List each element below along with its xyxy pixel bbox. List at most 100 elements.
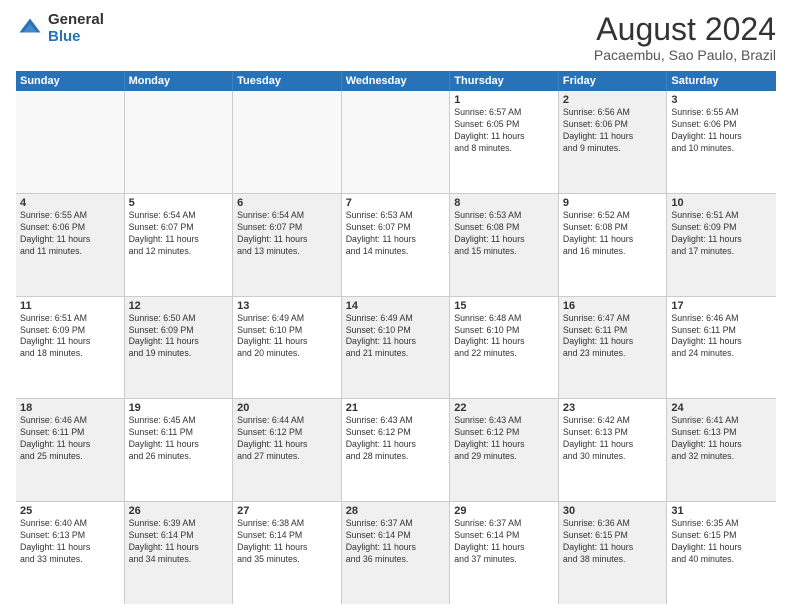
calendar-header: SundayMondayTuesdayWednesdayThursdayFrid…	[16, 71, 776, 91]
cell-info: Sunrise: 6:43 AM Sunset: 6:12 PM Dayligh…	[454, 415, 554, 463]
cell-info: Sunrise: 6:45 AM Sunset: 6:11 PM Dayligh…	[129, 415, 229, 463]
page: General Blue August 2024 Pacaembu, Sao P…	[0, 0, 792, 612]
day-number: 21	[346, 402, 446, 414]
cell-info: Sunrise: 6:44 AM Sunset: 6:12 PM Dayligh…	[237, 415, 337, 463]
cell-info: Sunrise: 6:47 AM Sunset: 6:11 PM Dayligh…	[563, 313, 663, 361]
day-number: 15	[454, 300, 554, 312]
calendar: SundayMondayTuesdayWednesdayThursdayFrid…	[16, 71, 776, 604]
cell-info: Sunrise: 6:38 AM Sunset: 6:14 PM Dayligh…	[237, 518, 337, 566]
location: Pacaembu, Sao Paulo, Brazil	[594, 47, 776, 63]
calendar-cell: 19Sunrise: 6:45 AM Sunset: 6:11 PM Dayli…	[125, 399, 234, 501]
cell-info: Sunrise: 6:53 AM Sunset: 6:07 PM Dayligh…	[346, 210, 446, 258]
calendar-cell: 24Sunrise: 6:41 AM Sunset: 6:13 PM Dayli…	[667, 399, 776, 501]
cell-info: Sunrise: 6:52 AM Sunset: 6:08 PM Dayligh…	[563, 210, 663, 258]
calendar-cell: 28Sunrise: 6:37 AM Sunset: 6:14 PM Dayli…	[342, 502, 451, 604]
day-number: 24	[671, 402, 772, 414]
calendar-cell: 20Sunrise: 6:44 AM Sunset: 6:12 PM Dayli…	[233, 399, 342, 501]
calendar-cell: 7Sunrise: 6:53 AM Sunset: 6:07 PM Daylig…	[342, 194, 451, 296]
calendar-cell: 15Sunrise: 6:48 AM Sunset: 6:10 PM Dayli…	[450, 297, 559, 399]
day-number: 16	[563, 300, 663, 312]
day-number: 10	[671, 197, 772, 209]
calendar-cell: 10Sunrise: 6:51 AM Sunset: 6:09 PM Dayli…	[667, 194, 776, 296]
day-number: 1	[454, 94, 554, 106]
calendar-header-day: Saturday	[667, 71, 776, 91]
day-number: 28	[346, 505, 446, 517]
calendar-header-day: Tuesday	[233, 71, 342, 91]
day-number: 17	[671, 300, 772, 312]
cell-info: Sunrise: 6:39 AM Sunset: 6:14 PM Dayligh…	[129, 518, 229, 566]
cell-info: Sunrise: 6:55 AM Sunset: 6:06 PM Dayligh…	[671, 107, 772, 155]
cell-info: Sunrise: 6:56 AM Sunset: 6:06 PM Dayligh…	[563, 107, 663, 155]
cell-info: Sunrise: 6:49 AM Sunset: 6:10 PM Dayligh…	[237, 313, 337, 361]
day-number: 4	[20, 197, 120, 209]
calendar-cell: 29Sunrise: 6:37 AM Sunset: 6:14 PM Dayli…	[450, 502, 559, 604]
calendar-row: 11Sunrise: 6:51 AM Sunset: 6:09 PM Dayli…	[16, 297, 776, 400]
day-number: 2	[563, 94, 663, 106]
calendar-row: 4Sunrise: 6:55 AM Sunset: 6:06 PM Daylig…	[16, 194, 776, 297]
cell-info: Sunrise: 6:57 AM Sunset: 6:05 PM Dayligh…	[454, 107, 554, 155]
day-number: 18	[20, 402, 120, 414]
day-number: 23	[563, 402, 663, 414]
header: General Blue August 2024 Pacaembu, Sao P…	[16, 12, 776, 63]
month-year: August 2024	[594, 12, 776, 47]
day-number: 30	[563, 505, 663, 517]
calendar-cell: 8Sunrise: 6:53 AM Sunset: 6:08 PM Daylig…	[450, 194, 559, 296]
calendar-cell	[16, 91, 125, 193]
cell-info: Sunrise: 6:36 AM Sunset: 6:15 PM Dayligh…	[563, 518, 663, 566]
day-number: 26	[129, 505, 229, 517]
calendar-cell: 1Sunrise: 6:57 AM Sunset: 6:05 PM Daylig…	[450, 91, 559, 193]
calendar-cell	[342, 91, 451, 193]
day-number: 5	[129, 197, 229, 209]
day-number: 20	[237, 402, 337, 414]
calendar-cell	[125, 91, 234, 193]
calendar-cell: 21Sunrise: 6:43 AM Sunset: 6:12 PM Dayli…	[342, 399, 451, 501]
day-number: 13	[237, 300, 337, 312]
cell-info: Sunrise: 6:42 AM Sunset: 6:13 PM Dayligh…	[563, 415, 663, 463]
day-number: 11	[20, 300, 120, 312]
day-number: 31	[671, 505, 772, 517]
day-number: 9	[563, 197, 663, 209]
calendar-row: 18Sunrise: 6:46 AM Sunset: 6:11 PM Dayli…	[16, 399, 776, 502]
calendar-cell: 25Sunrise: 6:40 AM Sunset: 6:13 PM Dayli…	[16, 502, 125, 604]
day-number: 12	[129, 300, 229, 312]
calendar-body: 1Sunrise: 6:57 AM Sunset: 6:05 PM Daylig…	[16, 91, 776, 604]
cell-info: Sunrise: 6:54 AM Sunset: 6:07 PM Dayligh…	[237, 210, 337, 258]
day-number: 7	[346, 197, 446, 209]
day-number: 19	[129, 402, 229, 414]
day-number: 8	[454, 197, 554, 209]
day-number: 6	[237, 197, 337, 209]
calendar-row: 1Sunrise: 6:57 AM Sunset: 6:05 PM Daylig…	[16, 91, 776, 194]
logo-text: General Blue	[48, 12, 104, 45]
calendar-cell: 12Sunrise: 6:50 AM Sunset: 6:09 PM Dayli…	[125, 297, 234, 399]
logo-icon	[16, 15, 44, 43]
calendar-cell: 2Sunrise: 6:56 AM Sunset: 6:06 PM Daylig…	[559, 91, 668, 193]
title-block: August 2024 Pacaembu, Sao Paulo, Brazil	[594, 12, 776, 63]
calendar-header-day: Sunday	[16, 71, 125, 91]
calendar-row: 25Sunrise: 6:40 AM Sunset: 6:13 PM Dayli…	[16, 502, 776, 604]
cell-info: Sunrise: 6:46 AM Sunset: 6:11 PM Dayligh…	[671, 313, 772, 361]
calendar-cell: 27Sunrise: 6:38 AM Sunset: 6:14 PM Dayli…	[233, 502, 342, 604]
calendar-cell: 22Sunrise: 6:43 AM Sunset: 6:12 PM Dayli…	[450, 399, 559, 501]
cell-info: Sunrise: 6:49 AM Sunset: 6:10 PM Dayligh…	[346, 313, 446, 361]
logo: General Blue	[16, 12, 104, 45]
cell-info: Sunrise: 6:46 AM Sunset: 6:11 PM Dayligh…	[20, 415, 120, 463]
calendar-cell: 16Sunrise: 6:47 AM Sunset: 6:11 PM Dayli…	[559, 297, 668, 399]
day-number: 27	[237, 505, 337, 517]
cell-info: Sunrise: 6:51 AM Sunset: 6:09 PM Dayligh…	[671, 210, 772, 258]
cell-info: Sunrise: 6:48 AM Sunset: 6:10 PM Dayligh…	[454, 313, 554, 361]
calendar-cell: 4Sunrise: 6:55 AM Sunset: 6:06 PM Daylig…	[16, 194, 125, 296]
calendar-header-day: Wednesday	[342, 71, 451, 91]
cell-info: Sunrise: 6:37 AM Sunset: 6:14 PM Dayligh…	[346, 518, 446, 566]
cell-info: Sunrise: 6:55 AM Sunset: 6:06 PM Dayligh…	[20, 210, 120, 258]
calendar-cell: 18Sunrise: 6:46 AM Sunset: 6:11 PM Dayli…	[16, 399, 125, 501]
cell-info: Sunrise: 6:35 AM Sunset: 6:15 PM Dayligh…	[671, 518, 772, 566]
calendar-header-day: Friday	[559, 71, 668, 91]
calendar-cell: 26Sunrise: 6:39 AM Sunset: 6:14 PM Dayli…	[125, 502, 234, 604]
calendar-cell: 31Sunrise: 6:35 AM Sunset: 6:15 PM Dayli…	[667, 502, 776, 604]
calendar-cell	[233, 91, 342, 193]
cell-info: Sunrise: 6:50 AM Sunset: 6:09 PM Dayligh…	[129, 313, 229, 361]
calendar-cell: 5Sunrise: 6:54 AM Sunset: 6:07 PM Daylig…	[125, 194, 234, 296]
day-number: 22	[454, 402, 554, 414]
calendar-cell: 11Sunrise: 6:51 AM Sunset: 6:09 PM Dayli…	[16, 297, 125, 399]
calendar-cell: 9Sunrise: 6:52 AM Sunset: 6:08 PM Daylig…	[559, 194, 668, 296]
